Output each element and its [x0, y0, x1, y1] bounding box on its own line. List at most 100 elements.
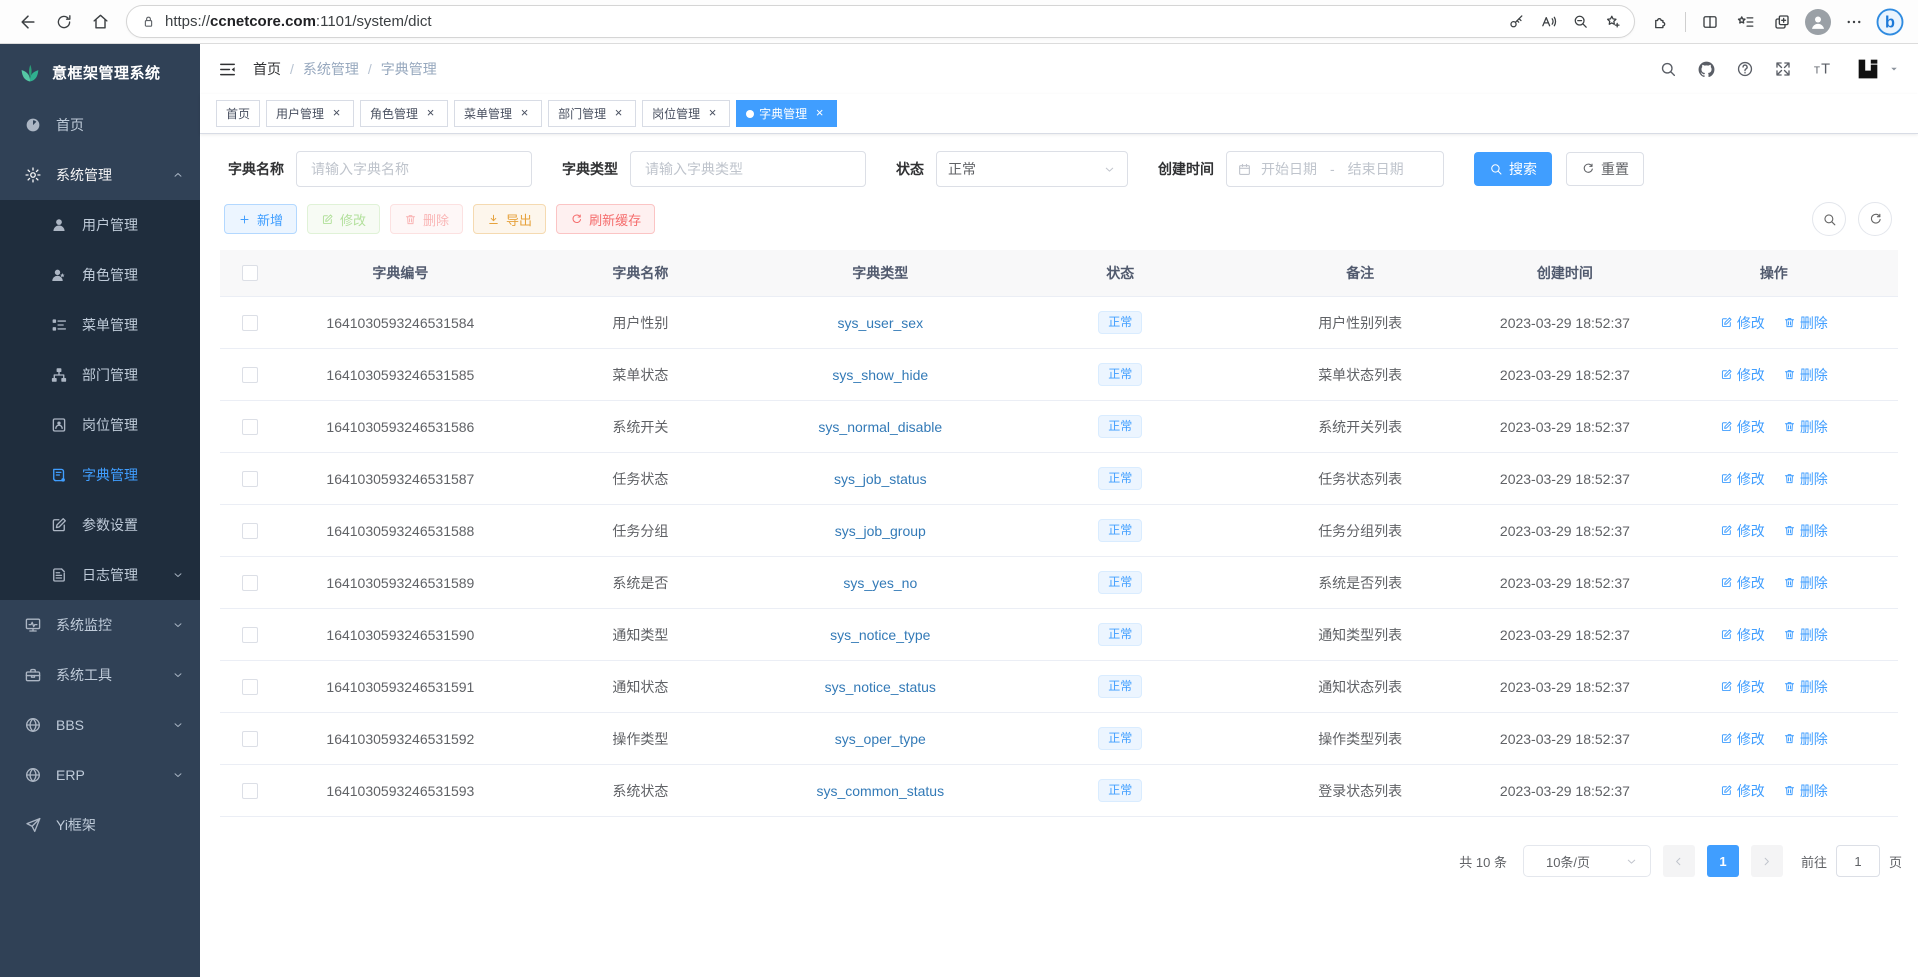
delete-row-link[interactable]: 删除 — [1783, 729, 1828, 749]
sidebar-item-首页[interactable]: 首页 — [0, 100, 200, 150]
tab-字典管理[interactable]: 字典管理× — [736, 100, 837, 127]
read-aloud-icon[interactable] — [1532, 7, 1564, 37]
dict-type-link[interactable]: sys_common_status — [816, 783, 944, 799]
edit-row-link[interactable]: 修改 — [1720, 625, 1765, 645]
刷新缓存-button[interactable]: 刷新缓存 — [556, 204, 655, 234]
sidebar-item-Yi框架[interactable]: Yi框架 — [0, 800, 200, 850]
reset-button[interactable]: 重置 — [1566, 152, 1644, 186]
dict-type-link[interactable]: sys_job_status — [834, 471, 927, 487]
dict-type-link[interactable]: sys_show_hide — [832, 367, 928, 383]
delete-row-link[interactable]: 删除 — [1783, 521, 1828, 541]
address-bar[interactable]: https://ccnetcore.com:1101/system/dict — [126, 5, 1635, 38]
url-text[interactable]: https://ccnetcore.com:1101/system/dict — [165, 13, 1500, 30]
browser-profile-avatar[interactable] — [1800, 4, 1836, 40]
sidebar-item-参数设置[interactable]: 参数设置 — [0, 500, 200, 550]
status-select[interactable]: 正常 — [936, 151, 1128, 187]
close-tab-icon[interactable]: × — [329, 106, 344, 121]
close-tab-icon[interactable]: × — [611, 106, 626, 121]
tab-首页[interactable]: 首页 — [216, 100, 260, 127]
edit-row-link[interactable]: 修改 — [1720, 729, 1765, 749]
delete-row-link[interactable]: 删除 — [1783, 625, 1828, 645]
tab-菜单管理[interactable]: 菜单管理× — [454, 100, 542, 127]
goto-page-input[interactable] — [1836, 845, 1880, 877]
text-size-icon[interactable]: TT — [1812, 58, 1834, 80]
sidebar-item-字典管理[interactable]: 字典管理 — [0, 450, 200, 500]
row-checkbox[interactable] — [242, 679, 258, 695]
prev-page-button[interactable] — [1663, 845, 1695, 877]
edit-row-link[interactable]: 修改 — [1720, 521, 1765, 541]
favorite-add-icon[interactable] — [1596, 7, 1628, 37]
password-manager-icon[interactable] — [1500, 7, 1532, 37]
dict-type-link[interactable]: sys_job_group — [835, 523, 926, 539]
sidebar-item-ERP[interactable]: ERP — [0, 750, 200, 800]
sidebar-item-角色管理[interactable]: 角色管理 — [0, 250, 200, 300]
tab-用户管理[interactable]: 用户管理× — [266, 100, 354, 127]
edit-row-link[interactable]: 修改 — [1720, 469, 1765, 489]
dict-type-input[interactable] — [630, 151, 866, 187]
select-all-checkbox[interactable] — [242, 265, 258, 281]
tab-部门管理[interactable]: 部门管理× — [548, 100, 636, 127]
delete-row-link[interactable]: 删除 — [1783, 417, 1828, 437]
edit-row-link[interactable]: 修改 — [1720, 313, 1765, 333]
edit-row-link[interactable]: 修改 — [1720, 677, 1765, 697]
sidebar-item-日志管理[interactable]: 日志管理 — [0, 550, 200, 600]
sidebar-item-系统工具[interactable]: 系统工具 — [0, 650, 200, 700]
extensions-icon[interactable] — [1643, 4, 1679, 40]
row-checkbox[interactable] — [242, 523, 258, 539]
close-tab-icon[interactable]: × — [423, 106, 438, 121]
favorites-icon[interactable] — [1728, 4, 1764, 40]
dict-type-link[interactable]: sys_user_sex — [837, 315, 923, 331]
导出-button[interactable]: 导出 — [473, 204, 546, 234]
delete-row-link[interactable]: 删除 — [1783, 313, 1828, 333]
dict-type-link[interactable]: sys_normal_disable — [818, 419, 942, 435]
sidebar-item-部门管理[interactable]: 部门管理 — [0, 350, 200, 400]
browser-back-button[interactable] — [10, 4, 46, 40]
show-search-toggle-button[interactable] — [1812, 202, 1846, 236]
refresh-table-button[interactable] — [1858, 202, 1892, 236]
row-checkbox[interactable] — [242, 367, 258, 383]
help-icon[interactable] — [1736, 60, 1754, 78]
sidebar-item-岗位管理[interactable]: 岗位管理 — [0, 400, 200, 450]
row-checkbox[interactable] — [242, 575, 258, 591]
sidebar-item-系统管理[interactable]: 系统管理 — [0, 150, 200, 200]
tab-角色管理[interactable]: 角色管理× — [360, 100, 448, 127]
next-page-button[interactable] — [1751, 845, 1783, 877]
fullscreen-icon[interactable] — [1774, 60, 1792, 78]
split-screen-icon[interactable] — [1692, 4, 1728, 40]
edit-row-link[interactable]: 修改 — [1720, 417, 1765, 437]
lock-icon[interactable] — [141, 14, 156, 29]
sidebar-item-系统监控[interactable]: 系统监控 — [0, 600, 200, 650]
close-tab-icon[interactable]: × — [517, 106, 532, 121]
delete-row-link[interactable]: 删除 — [1783, 469, 1828, 489]
page-number-button[interactable]: 1 — [1707, 845, 1739, 877]
date-range-picker[interactable]: 开始日期 - 结束日期 — [1226, 151, 1444, 187]
close-tab-icon[interactable]: × — [812, 106, 827, 121]
row-checkbox[interactable] — [242, 731, 258, 747]
header-search-icon[interactable] — [1659, 60, 1677, 78]
dict-type-link[interactable]: sys_oper_type — [835, 731, 926, 747]
close-tab-icon[interactable]: × — [705, 106, 720, 121]
delete-row-link[interactable]: 删除 — [1783, 365, 1828, 385]
row-checkbox[interactable] — [242, 419, 258, 435]
sidebar-item-菜单管理[interactable]: 菜单管理 — [0, 300, 200, 350]
tab-岗位管理[interactable]: 岗位管理× — [642, 100, 730, 127]
breadcrumb-item[interactable]: 首页 — [253, 59, 281, 79]
edit-row-link[interactable]: 修改 — [1720, 781, 1765, 801]
修改-button[interactable]: 修改 — [307, 204, 380, 234]
github-icon[interactable] — [1697, 60, 1716, 79]
delete-row-link[interactable]: 删除 — [1783, 573, 1828, 593]
删除-button[interactable]: 删除 — [390, 204, 463, 234]
user-avatar[interactable] — [1854, 55, 1900, 83]
dict-name-input[interactable] — [296, 151, 532, 187]
sidebar-item-BBS[interactable]: BBS — [0, 700, 200, 750]
新增-button[interactable]: 新增 — [224, 204, 297, 234]
collections-icon[interactable] — [1764, 4, 1800, 40]
dict-type-link[interactable]: sys_yes_no — [843, 575, 917, 591]
dict-type-link[interactable]: sys_notice_type — [830, 627, 930, 643]
row-checkbox[interactable] — [242, 471, 258, 487]
delete-row-link[interactable]: 删除 — [1783, 781, 1828, 801]
edit-row-link[interactable]: 修改 — [1720, 573, 1765, 593]
sidebar-toggle-icon[interactable] — [218, 60, 237, 79]
browser-menu-icon[interactable] — [1836, 4, 1872, 40]
dict-type-link[interactable]: sys_notice_status — [825, 679, 936, 695]
